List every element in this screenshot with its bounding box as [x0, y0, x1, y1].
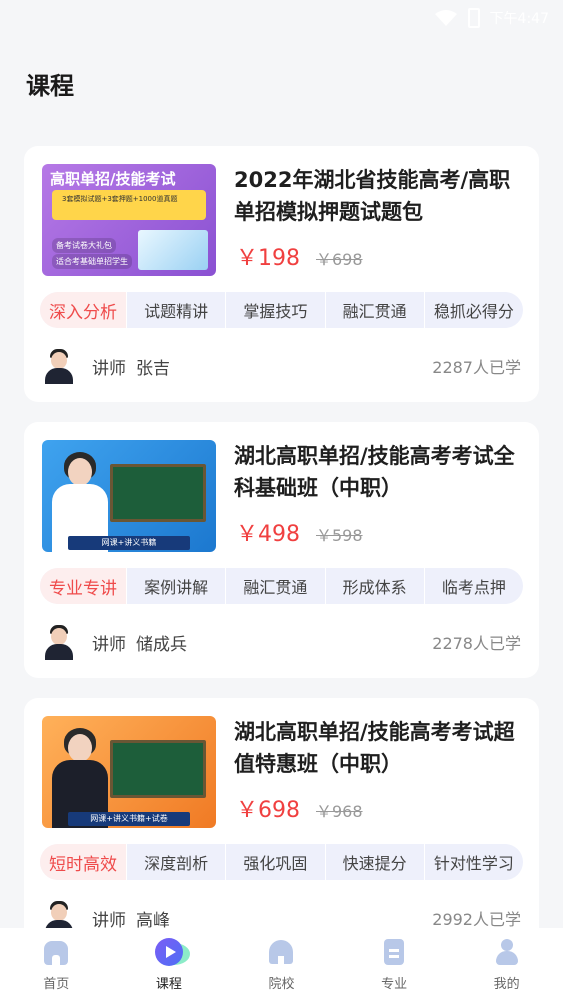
- course-thumbnail[interactable]: 网课+讲义书籍+试卷: [42, 716, 216, 828]
- course-original-price: ￥598: [316, 526, 363, 545]
- teacher-label: 讲师: [92, 910, 126, 931]
- tag: 融汇贯通: [225, 568, 324, 604]
- tag-highlight: 专业专讲: [40, 568, 126, 604]
- nav-label: 我的: [493, 976, 520, 992]
- thumbnail-footer: 网课+讲义书籍+试卷: [68, 812, 190, 826]
- course-card[interactable]: 网课+讲义书籍 湖北高职单招/技能高考考试全科基础班（中职） ￥498 ￥598…: [24, 422, 539, 678]
- course-price: ￥198: [236, 246, 300, 271]
- tag: 稳抓必得分: [423, 292, 523, 328]
- books-illustration: [138, 230, 208, 270]
- course-title[interactable]: 2022年湖北省技能高考/高职单招模拟押题试题包: [234, 164, 526, 228]
- thumbnail-check-2: 适合考基础单招学生: [52, 254, 132, 269]
- tag-highlight: 短时高效: [40, 844, 126, 880]
- tag: 融汇贯通: [324, 292, 424, 328]
- thumbnail-footer: 网课+讲义书籍: [68, 536, 190, 550]
- teacher-name: 高峰: [136, 910, 170, 931]
- nav-course[interactable]: 课程: [113, 928, 226, 1000]
- tag: 掌握技巧: [225, 292, 324, 328]
- course-tags: 短时高效 深度剖析 强化巩固 快速提分 针对性学习: [40, 844, 523, 880]
- tag: 针对性学习: [423, 844, 523, 880]
- course-title[interactable]: 湖北高职单招/技能高考考试全科基础班（中职）: [234, 440, 526, 504]
- major-icon: [379, 937, 409, 967]
- tag: 形成体系: [324, 568, 424, 604]
- nav-home[interactable]: 首页: [0, 928, 113, 1000]
- course-thumbnail[interactable]: 高职单招/技能考试 3套模拟试题+3套押题+1000道真题 备考试卷大礼包 适合…: [42, 164, 216, 276]
- learner-count: 2278人已学: [432, 634, 521, 653]
- page-title: 课程: [26, 72, 74, 100]
- home-icon: [41, 937, 71, 967]
- course-original-price: ￥968: [316, 802, 363, 821]
- course-title[interactable]: 湖北高职单招/技能高考考试超值特惠班（中职）: [234, 716, 526, 780]
- course-price: ￥698: [236, 798, 300, 823]
- thumbnail-title: 高职单招/技能考试: [50, 170, 176, 188]
- profile-icon: [492, 937, 522, 967]
- tag-highlight: 深入分析: [40, 292, 126, 328]
- teacher-name: 张吉: [136, 358, 170, 379]
- course-tags: 专业专讲 案例讲解 融汇贯通 形成体系 临考点押: [40, 568, 523, 604]
- teacher-row: 讲师 储成兵 2278人已学: [42, 624, 521, 660]
- course-card[interactable]: 高职单招/技能考试 3套模拟试题+3套押题+1000道真题 备考试卷大礼包 适合…: [24, 146, 539, 402]
- teacher-label: 讲师: [92, 634, 126, 655]
- school-icon: [266, 937, 296, 967]
- blackboard-illustration: [110, 740, 206, 798]
- learner-count: 2992人已学: [432, 910, 521, 929]
- nav-school[interactable]: 院校: [225, 928, 338, 1000]
- course-card[interactable]: 网课+讲义书籍+试卷 湖北高职单招/技能高考考试超值特惠班（中职） ￥698 ￥…: [24, 698, 539, 954]
- bottom-nav: 首页 课程 院校 专业 我的: [0, 928, 563, 1000]
- status-time: 下午4:47: [489, 11, 549, 27]
- teacher-row: 讲师 张吉 2287人已学: [42, 348, 521, 384]
- blackboard-illustration: [110, 464, 206, 522]
- thumbnail-band-text: 3套模拟试题+3套押题+1000道真题: [62, 195, 178, 203]
- course-tags: 深入分析 试题精讲 掌握技巧 融汇贯通 稳抓必得分: [40, 292, 523, 328]
- battery-icon: [467, 8, 480, 28]
- teacher-label: 讲师: [92, 358, 126, 379]
- course-icon: [154, 937, 190, 967]
- nav-label: 课程: [155, 976, 182, 992]
- status-bar: 下午4:47: [0, 0, 563, 40]
- wifi-icon: [434, 10, 457, 26]
- status-icons: 下午4:47: [434, 8, 549, 28]
- tag: 临考点押: [423, 568, 523, 604]
- tag: 试题精讲: [126, 292, 225, 328]
- nav-label: 首页: [43, 976, 70, 992]
- nav-major[interactable]: 专业: [338, 928, 451, 1000]
- teacher-avatar: [42, 348, 76, 384]
- teacher-avatar: [42, 624, 76, 660]
- tag: 深度剖析: [126, 844, 225, 880]
- tag: 强化巩固: [225, 844, 324, 880]
- tag: 快速提分: [324, 844, 424, 880]
- course-list: 高职单招/技能考试 3套模拟试题+3套押题+1000道真题 备考试卷大礼包 适合…: [24, 146, 539, 974]
- course-thumbnail[interactable]: 网课+讲义书籍: [42, 440, 216, 552]
- teacher-name: 储成兵: [136, 634, 187, 655]
- nav-label: 院校: [268, 976, 295, 992]
- nav-profile[interactable]: 我的: [450, 928, 563, 1000]
- nav-label: 专业: [381, 976, 408, 992]
- tag: 案例讲解: [126, 568, 225, 604]
- learner-count: 2287人已学: [432, 358, 521, 377]
- course-price: ￥498: [236, 522, 300, 547]
- course-original-price: ￥698: [316, 250, 363, 269]
- thumbnail-check-1: 备考试卷大礼包: [52, 238, 116, 253]
